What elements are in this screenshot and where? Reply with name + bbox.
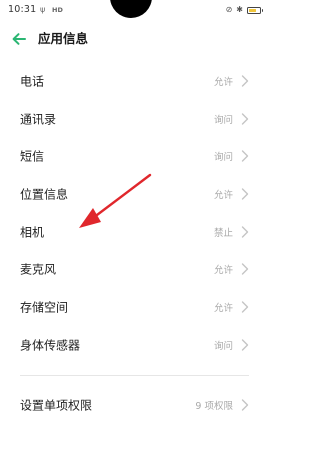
chevron-right-icon [241, 112, 249, 125]
chevron-right-icon [241, 263, 249, 275]
permission-row-phone[interactable]: 电话 允许 [0, 62, 269, 100]
permission-row-storage[interactable]: 存储空间 允许 [0, 288, 269, 326]
status-icons-right: ⊘ ✱ [225, 5, 263, 15]
permission-label: 电话 [20, 74, 45, 89]
chevron-right-icon [241, 225, 249, 238]
vibrate-icon: ⊘ [225, 5, 233, 14]
section-divider [20, 375, 249, 376]
permission-label: 通讯录 [20, 112, 57, 127]
network-hd-label: HD [52, 6, 63, 14]
permission-row-body-sensors[interactable]: 身体传感器 询问 [0, 326, 269, 364]
permission-status: 询问 [213, 114, 233, 126]
permission-status: 允许 [213, 302, 233, 314]
permission-status: 询问 [213, 152, 233, 164]
permission-label: 存储空间 [20, 300, 69, 315]
battery-fill [249, 8, 256, 12]
status-time: 10:31 [8, 4, 37, 15]
individual-permissions-row[interactable]: 设置单项权限 9 项权限 [0, 386, 269, 424]
chevron-right-icon [241, 338, 249, 351]
permission-label: 相机 [20, 225, 45, 240]
permission-label: 身体传感器 [20, 338, 81, 353]
permission-row-location[interactable]: 位置信息 允许 [0, 175, 269, 213]
individual-permissions-count: 9 项权限 [195, 401, 233, 412]
bluetooth-icon: ✱ [236, 5, 243, 14]
back-arrow-icon[interactable] [10, 30, 28, 48]
permission-status: 允许 [213, 265, 233, 277]
chevron-right-icon [241, 150, 249, 162]
chevron-right-icon [241, 301, 249, 313]
permission-label: 短信 [20, 149, 45, 164]
permission-row-contacts[interactable]: 通讯录 询问 [0, 100, 269, 138]
wifi-icon: ψ [40, 5, 46, 14]
permission-status: 允许 [213, 189, 233, 201]
permission-status: 禁止 [213, 227, 233, 239]
status-bar: 10:31 ψ HD ⊘ ✱ [0, 0, 269, 22]
app-header: 应用信息 [0, 24, 269, 54]
permission-label: 位置信息 [20, 187, 69, 202]
permission-status: 允许 [213, 76, 233, 88]
permission-label: 麦克风 [20, 262, 57, 277]
permission-list: 电话 允许 通讯录 询问 短信 询问 位置信息 允许 相机 禁止 麦克风 允许 … [0, 62, 269, 364]
camera-notch [110, 0, 152, 18]
permission-row-sms[interactable]: 短信 询问 [0, 137, 269, 175]
individual-permissions-label: 设置单项权限 [20, 398, 93, 413]
permission-row-camera[interactable]: 相机 禁止 [0, 213, 269, 251]
chevron-right-icon [241, 188, 249, 200]
chevron-right-icon [241, 399, 249, 411]
permission-status: 询问 [213, 340, 233, 352]
chevron-right-icon [241, 75, 249, 87]
battery-icon [247, 6, 263, 14]
page-title: 应用信息 [38, 31, 89, 46]
permission-row-microphone[interactable]: 麦克风 允许 [0, 250, 269, 288]
